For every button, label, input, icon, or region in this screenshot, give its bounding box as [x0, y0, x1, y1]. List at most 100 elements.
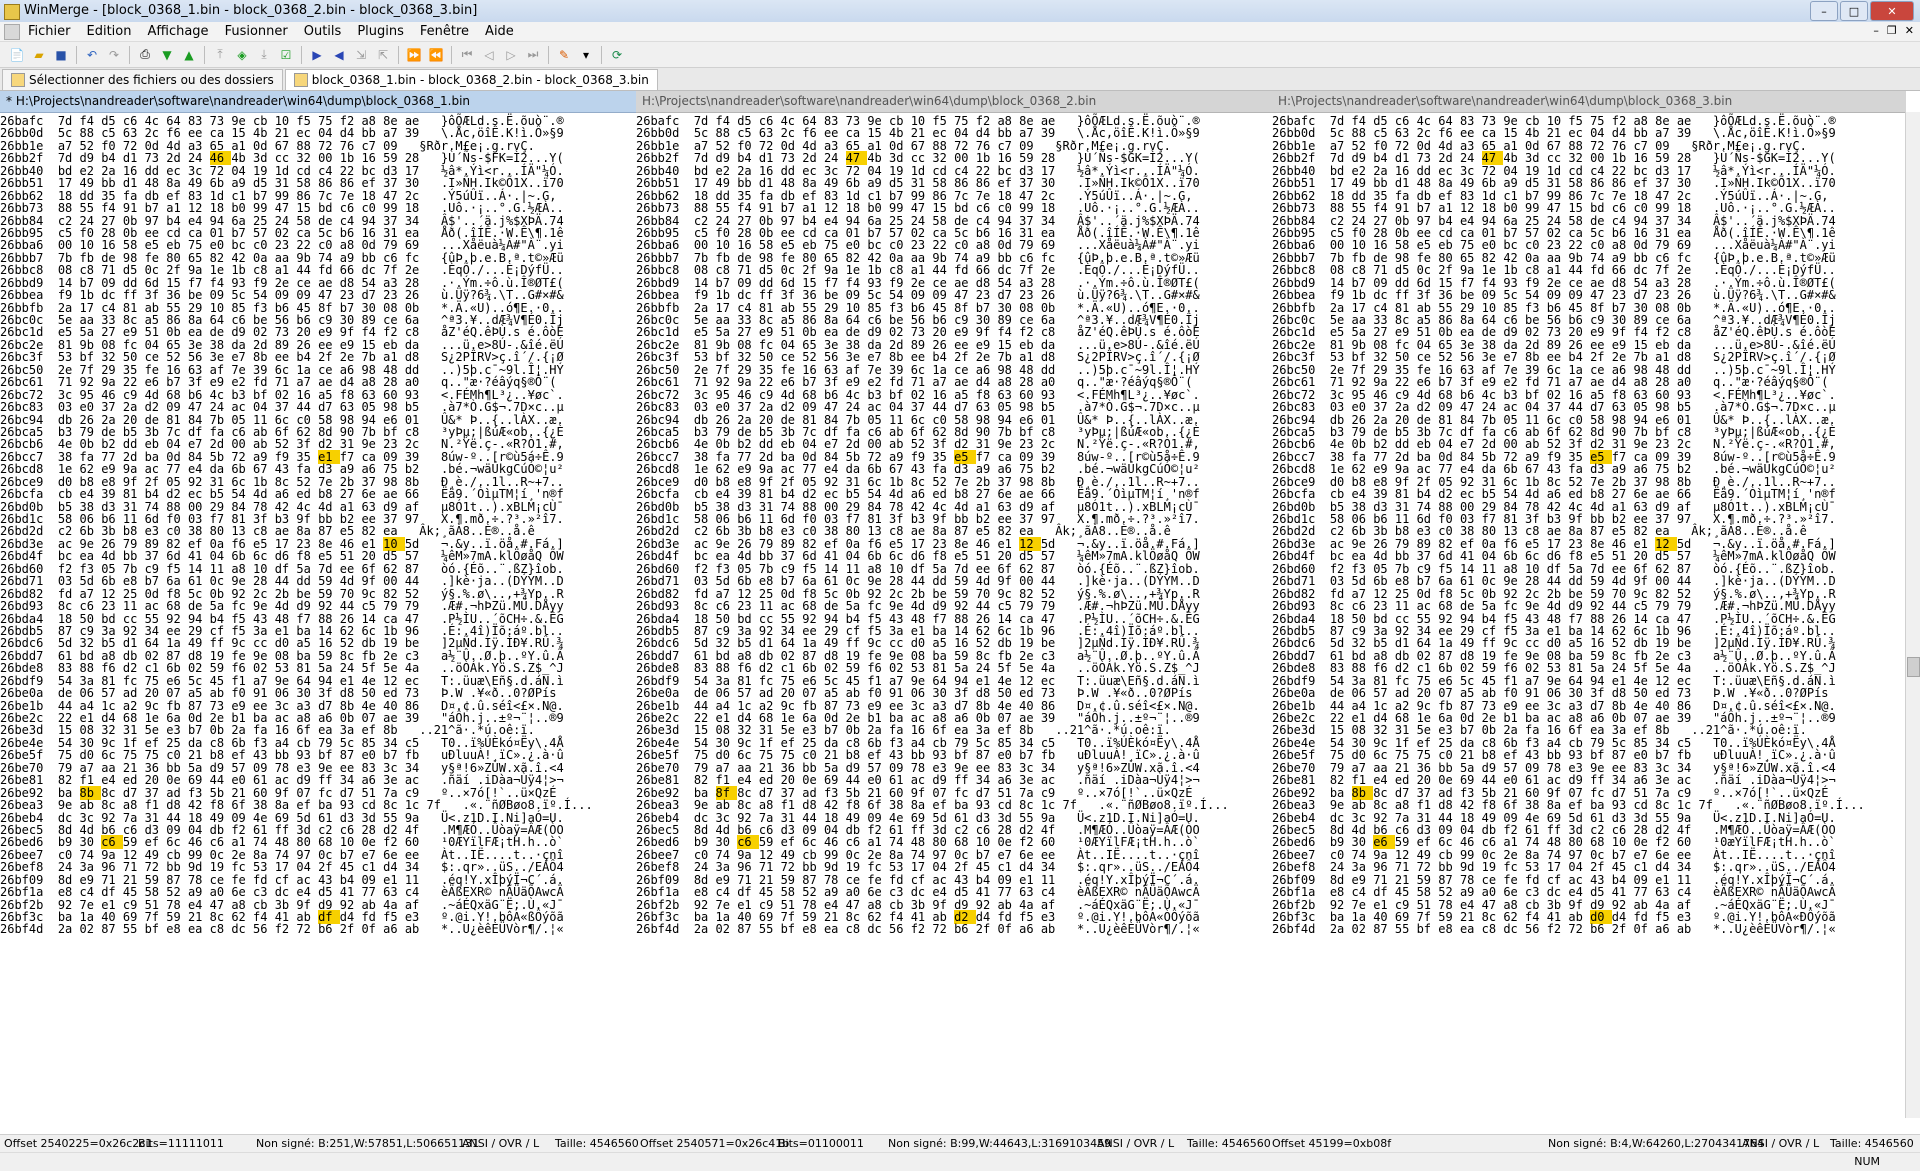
print-icon[interactable]: ⎙ — [136, 46, 154, 64]
save-icon[interactable]: ■ — [52, 46, 70, 64]
hex-byte: 87 — [101, 922, 123, 937]
document-menu-icon[interactable] — [4, 23, 20, 40]
folder-tab-icon — [11, 73, 25, 87]
new-file-icon[interactable]: 📄 — [8, 46, 26, 64]
menu-fichier[interactable]: Fichier — [20, 24, 79, 39]
vertical-scrollbar[interactable] — [1905, 112, 1920, 1118]
hex-byte: 56 — [1525, 922, 1547, 937]
hex-byte: b6 — [1590, 922, 1612, 937]
status-value-right: Non signé: B:4,W:64260,L:2704341764 — [1548, 1137, 1765, 1150]
refresh-icon[interactable]: ⟳ — [608, 46, 626, 64]
pane-path-header: * H:\Projects\nandreader\software\nandre… — [0, 91, 636, 113]
hex-byte: ab — [1040, 922, 1056, 937]
status-size-left: Taille: 4546560 — [555, 1137, 639, 1150]
doc-minimize-icon[interactable]: – — [1873, 24, 1879, 37]
hex-byte: c8 — [845, 922, 868, 937]
copy-left-advance-icon[interactable]: ⇱ — [374, 46, 392, 64]
last-page-icon[interactable]: ⏭ — [524, 46, 542, 64]
row-address: 26bf4d — [1272, 922, 1323, 937]
hex-byte: 2a — [693, 922, 716, 937]
menu-outils[interactable]: Outils — [296, 24, 350, 39]
hex-pane-left[interactable]: * H:\Projects\nandreader\software\nandre… — [0, 91, 636, 1118]
copy-left-icon[interactable]: ◀ — [330, 46, 348, 64]
hex-byte: 0f — [997, 922, 1020, 937]
hex-byte: b6 — [318, 922, 340, 937]
maximize-button[interactable]: □ — [1840, 1, 1868, 21]
menu-affichage[interactable]: Affichage — [139, 24, 216, 39]
hex-byte: e8 — [1438, 922, 1460, 937]
num-lock-indicator: NUM — [1854, 1155, 1880, 1168]
row-address: 26bf4d — [636, 922, 687, 937]
menu-fusionner[interactable]: Fusionner — [217, 24, 296, 39]
hex-byte: 2a — [1329, 922, 1352, 937]
menu-fenetre[interactable]: Fenêtre — [412, 24, 477, 39]
all-diffs-icon[interactable]: ☑ — [277, 46, 295, 64]
status-bits-left: Bits=11111011 — [138, 1137, 224, 1150]
ascii-column: *..U¿èêÈÜVòr¶/.¦« — [1055, 922, 1200, 937]
status-mode-left: ANSI / OVR / L — [462, 1137, 540, 1150]
hex-byte: a6 — [1655, 922, 1677, 937]
doc-restore-icon[interactable]: ❐ — [1887, 24, 1897, 37]
minimize-button[interactable]: – — [1810, 1, 1838, 21]
scrollbar-thumb[interactable] — [1907, 657, 1920, 677]
last-diff-icon[interactable]: ⤓ — [255, 46, 273, 64]
window-controls: – □ ✕ — [1810, 1, 1914, 21]
tab-compare[interactable]: block_0368_1.bin - block_0368_2.bin - bl… — [284, 69, 658, 90]
redo-icon[interactable]: ↷ — [105, 46, 123, 64]
copy-all-left-icon[interactable]: ⏪ — [427, 46, 445, 64]
copy-right-icon[interactable]: ▶ — [308, 46, 326, 64]
hex-byte: dc — [231, 922, 253, 937]
hex-byte: 55 — [1394, 922, 1417, 937]
prev-diff-icon[interactable]: ▲ — [180, 46, 198, 64]
hex-byte: a6 — [383, 922, 405, 937]
first-diff-icon[interactable]: ⤒ — [211, 46, 229, 64]
hex-byte: ea — [823, 922, 846, 937]
next-diff-icon[interactable]: ▼ — [158, 46, 176, 64]
hex-byte — [687, 922, 694, 936]
tab-select-files[interactable]: Sélectionner des fichiers ou des dossier… — [2, 69, 283, 90]
status-bits-middle: Bits=01100011 — [778, 1137, 864, 1150]
hex-byte — [1323, 922, 1330, 936]
menu-edition[interactable]: Edition — [79, 24, 140, 39]
undo-icon[interactable]: ↶ — [83, 46, 101, 64]
hex-byte: 0f — [1633, 922, 1656, 937]
hex-rows[interactable]: 26bafc 7d f4 d5 c6 4c 64 83 73 9e cb 10 … — [1272, 113, 1906, 936]
toolbar: 📄 ▰ ■ ↶ ↷ ⎙ ▼ ▲ ⤒ ◈ ⤓ ☑ ▶ ◀ ⇲ ⇱ ⏩ ⏪ ⏮ ◁ … — [0, 42, 1920, 68]
hex-byte: dc — [1503, 922, 1525, 937]
hex-pane-middle[interactable]: H:\Projects\nandreader\software\nandread… — [636, 91, 1272, 1118]
options-dropdown-icon[interactable]: ▾ — [577, 46, 595, 64]
status-bar-indicators: NUM — [0, 1152, 1920, 1171]
hex-byte: ab — [1676, 922, 1692, 937]
status-mode-right: ANSI / OVR / L — [1742, 1137, 1820, 1150]
hex-byte: 02 — [1351, 922, 1374, 937]
hex-byte: bf — [144, 922, 167, 937]
status-value-middle: Non signé: B:99,W:44643,L:3169103459 — [888, 1137, 1112, 1150]
ascii-column: *..U¿èêÈÜVòr¶/.¦« — [419, 922, 564, 937]
menu-plugins[interactable]: Plugins — [349, 24, 412, 39]
prev-page-icon[interactable]: ◁ — [480, 46, 498, 64]
doc-close-icon[interactable]: ✕ — [1905, 24, 1914, 37]
status-offset-middle: Offset 2540571=0x26c41b — [640, 1137, 790, 1150]
hex-byte: f2 — [910, 922, 933, 937]
document-window-controls: – ❐ ✕ — [1873, 24, 1914, 37]
status-value-left: Non signé: B:251,W:57851,L:506651131 — [256, 1137, 480, 1150]
first-page-icon[interactable]: ⏮ — [458, 46, 476, 64]
hex-byte: 02 — [79, 922, 102, 937]
copy-all-right-icon[interactable]: ⏩ — [405, 46, 423, 64]
close-button[interactable]: ✕ — [1870, 1, 1914, 21]
window-title: WinMerge - [block_0368_1.bin - block_036… — [24, 3, 478, 18]
menu-aide[interactable]: Aide — [477, 24, 522, 39]
hex-byte: a6 — [1019, 922, 1041, 937]
options-icon[interactable]: ✎ — [555, 46, 573, 64]
current-diff-icon[interactable]: ◈ — [233, 46, 251, 64]
hex-pane-right[interactable]: H:\Projects\nandreader\software\nandread… — [1272, 91, 1906, 1118]
copy-right-advance-icon[interactable]: ⇲ — [352, 46, 370, 64]
hex-row: 26bf4d 2a 02 87 55 bf e8 ea c8 dc 56 f2 … — [0, 923, 636, 935]
hex-rows[interactable]: 26bafc 7d f4 d5 c6 4c 64 83 73 9e cb 10 … — [636, 113, 1272, 936]
menu-bar: Fichier Edition Affichage Fusionner Outi… — [0, 22, 1920, 42]
next-page-icon[interactable]: ▷ — [502, 46, 520, 64]
hex-byte: bf — [780, 922, 803, 937]
hex-byte: f2 — [274, 922, 297, 937]
hex-rows[interactable]: 26bafc 7d f4 d5 c6 4c 64 83 73 9e cb 10 … — [0, 113, 636, 936]
open-folder-icon[interactable]: ▰ — [30, 46, 48, 64]
